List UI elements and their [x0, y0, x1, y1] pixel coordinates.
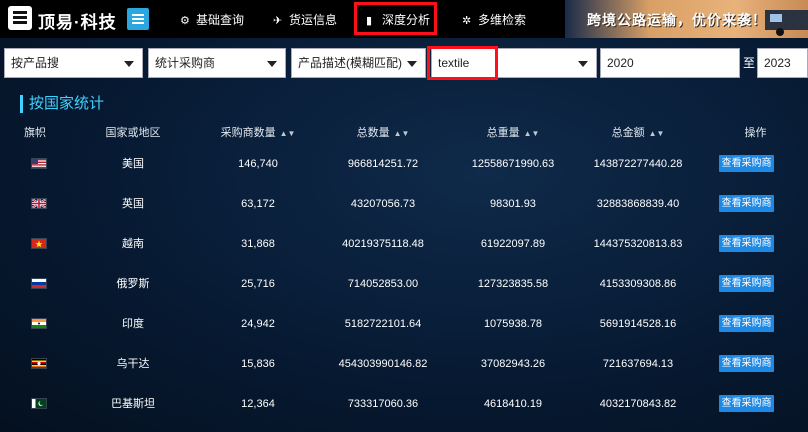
country-name: 乌干达 [116, 358, 150, 370]
menu-toggle-icon[interactable] [127, 8, 149, 30]
keyword-highlight-box [427, 46, 498, 80]
total-quantity: 733317060.36 [347, 398, 419, 410]
chevron-down-icon [124, 61, 134, 67]
pk-flag-icon [31, 398, 47, 409]
view-buyers-button[interactable]: 查看采购商 [719, 235, 774, 252]
chevron-down-icon [578, 61, 588, 67]
table-row: 美国 146,740 966814251.72 12558671990.63 1… [8, 144, 803, 184]
total-weight: 127323835.58 [477, 278, 549, 290]
country-name: 英国 [122, 198, 144, 210]
total-weight: 61922097.89 [480, 238, 546, 250]
total-quantity: 966814251.72 [347, 158, 419, 170]
total-quantity: 40219375118.48 [342, 238, 424, 250]
col-weight[interactable]: 总重量 ▲▼ [453, 122, 573, 144]
ru-flag-icon [31, 278, 47, 289]
sort-icon: ▲▼ [523, 129, 540, 138]
col-action: 操作 [744, 127, 767, 139]
year-to-input[interactable]: 2023 [757, 48, 808, 78]
total-quantity: 454303990146.82 [338, 358, 428, 370]
gears-icon: ⚙ [180, 15, 190, 27]
total-quantity: 43207056.73 [350, 198, 416, 210]
brand-name: 顶易·科技 [38, 13, 117, 32]
country-name: 巴基斯坦 [111, 398, 155, 410]
promo-text: 跨境公路运输，优价来袭！ [587, 13, 767, 29]
promo-banner[interactable]: 跨境公路运输，优价来袭！ [565, 0, 808, 38]
nav-basic-query[interactable]: ⚙ 基础查询 [180, 11, 244, 28]
description-mode-select[interactable]: 产品描述(模糊匹配) [291, 48, 426, 78]
logo-icon [8, 6, 32, 30]
sort-icon: ▲▼ [279, 129, 296, 138]
view-buyers-button[interactable]: 查看采购商 [719, 355, 774, 372]
table-row: 巴基斯坦 12,364 733317060.36 4618410.19 4032… [8, 384, 803, 424]
total-weight: 37082943.26 [480, 358, 546, 370]
year-from-input[interactable]: 2020 [600, 48, 740, 78]
country-name: 越南 [122, 238, 144, 250]
col-quantity[interactable]: 总数量 ▲▼ [323, 122, 443, 144]
table-row: 俄罗斯 25,716 714052853.00 127323835.58 415… [8, 264, 803, 304]
view-buyers-button[interactable]: 查看采购商 [719, 315, 774, 332]
total-amount: 4032170843.82 [599, 398, 677, 410]
stat-type-select[interactable]: 统计采购商 [148, 48, 286, 78]
search-by-select[interactable]: 按产品搜 [4, 48, 143, 78]
buyer-count: 31,868 [241, 238, 275, 250]
buyer-count: 63,172 [241, 198, 275, 210]
top-bar: 顶易·科技 ⚙ 基础查询 ✈ 货运信息 ▮ 深度分析 ✲ 多维检索 跨境公路运输，优价来… [0, 0, 808, 38]
country-name: 俄罗斯 [116, 278, 150, 290]
col-amount[interactable]: 总金额 ▲▼ [573, 122, 703, 144]
table-row: 英国 63,172 43207056.73 98301.93 328838688… [8, 184, 803, 224]
total-amount: 5691914528.16 [599, 318, 677, 330]
total-weight: 1075938.78 [483, 318, 543, 330]
vn-flag-icon [31, 238, 47, 249]
filter-bar: 按产品搜 统计采购商 产品描述(模糊匹配) textile 2020 至 202… [0, 46, 808, 80]
settings-icon: ✲ [462, 15, 472, 27]
plane-icon: ✈ [273, 15, 283, 27]
total-weight: 4618410.19 [483, 398, 543, 410]
total-quantity: 5182722101.64 [344, 318, 422, 330]
table-header: 旗帜 国家或地区 采购商数量 ▲▼ 总数量 ▲▼ 总重量 ▲▼ 总金额 ▲▼ 操作 [8, 122, 803, 144]
chevron-down-icon [407, 61, 417, 67]
view-buyers-button[interactable]: 查看采购商 [719, 395, 774, 412]
nav-shipping-info[interactable]: ✈ 货运信息 [273, 11, 337, 28]
us-flag-icon [31, 158, 47, 169]
col-flag: 旗帜 [24, 127, 46, 139]
col-country: 国家或地区 [105, 127, 161, 139]
total-amount: 4153309308.86 [599, 278, 677, 290]
total-weight: 98301.93 [490, 198, 536, 210]
col-buyers[interactable]: 采购商数量 ▲▼ [203, 122, 313, 144]
buyer-count: 146,740 [238, 158, 278, 170]
sort-icon: ▲▼ [393, 129, 410, 138]
nav-highlight-box [354, 2, 437, 35]
country-name: 美国 [122, 158, 144, 170]
ug-flag-icon [31, 358, 47, 369]
chevron-down-icon [267, 61, 277, 67]
table-row: 乌干达 15,836 454303990146.82 37082943.26 7… [8, 344, 803, 384]
total-weight: 12558671990.63 [471, 158, 555, 170]
total-amount: 721637694.13 [602, 358, 674, 370]
buyer-count: 15,836 [241, 358, 275, 370]
buyer-count: 25,716 [241, 278, 275, 290]
total-amount: 144375320813.83 [593, 238, 683, 250]
section-title: 按国家统计 [20, 95, 104, 113]
table-row: 印度 24,942 5182722101.64 1075938.78 56919… [8, 304, 803, 344]
view-buyers-button[interactable]: 查看采购商 [719, 275, 774, 292]
country-name: 印度 [122, 318, 144, 330]
in-flag-icon [31, 318, 47, 329]
total-amount: 143872277440.28 [593, 158, 683, 170]
total-amount: 32883868839.40 [596, 198, 680, 210]
buyer-count: 12,364 [241, 398, 275, 410]
total-quantity: 714052853.00 [347, 278, 419, 290]
view-buyers-button[interactable]: 查看采购商 [719, 195, 774, 212]
range-separator: 至 [742, 56, 755, 70]
buyer-count: 24,942 [241, 318, 275, 330]
view-buyers-button[interactable]: 查看采购商 [719, 155, 774, 172]
sort-icon: ▲▼ [648, 129, 665, 138]
gb-flag-icon [31, 198, 47, 209]
nav-multi-search[interactable]: ✲ 多维检索 [462, 11, 526, 28]
table-row: 越南 31,868 40219375118.48 61922097.89 144… [8, 224, 803, 264]
